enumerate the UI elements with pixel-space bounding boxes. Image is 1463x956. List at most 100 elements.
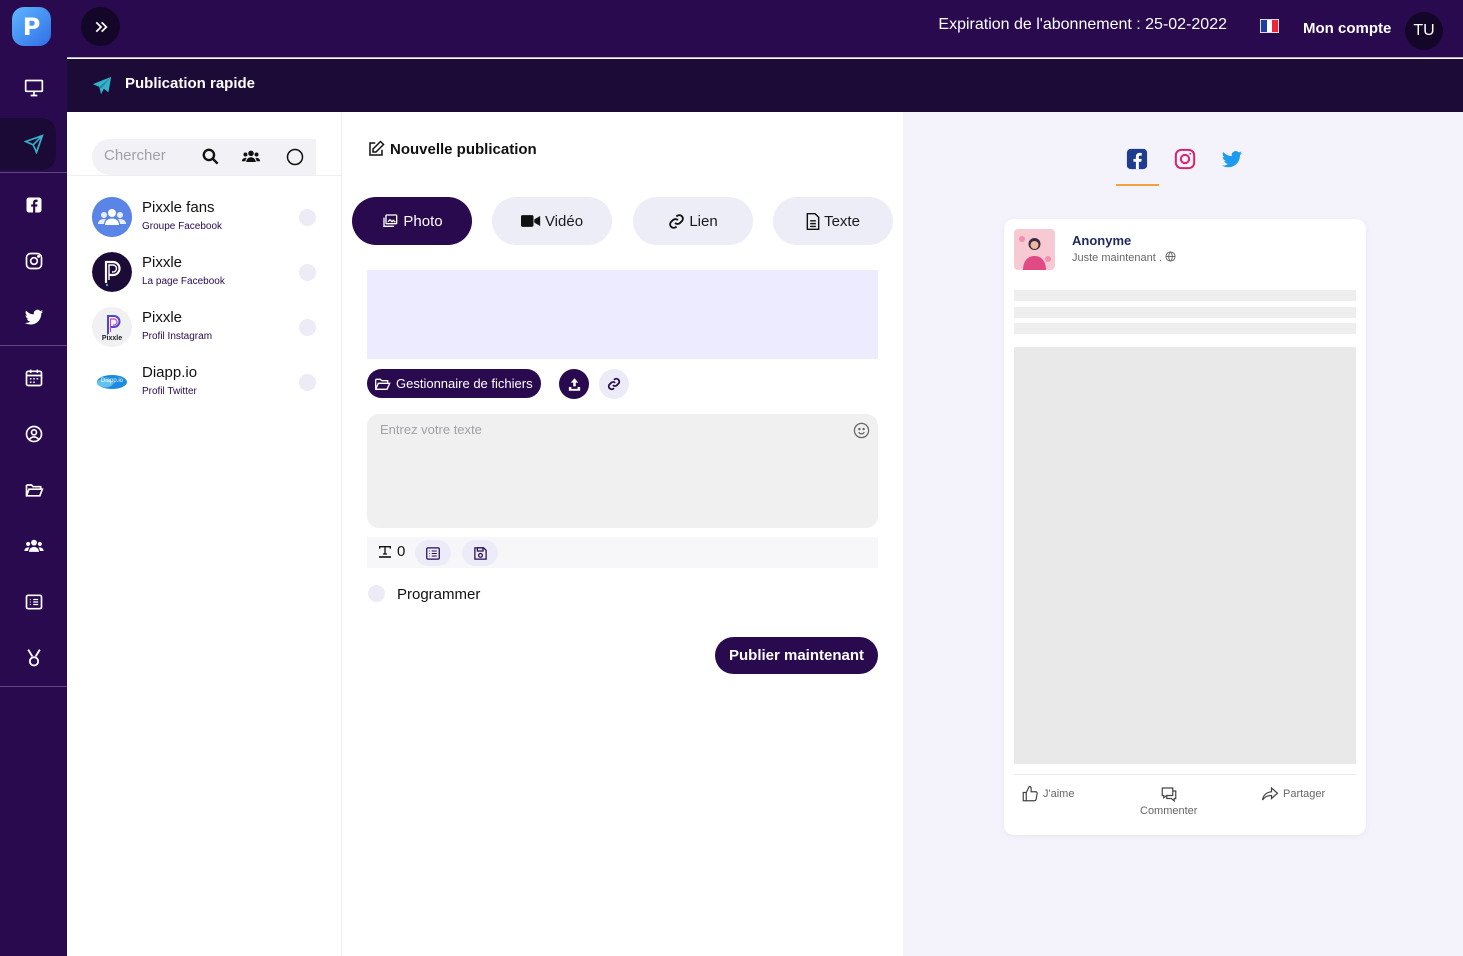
account-checkbox[interactable] xyxy=(299,209,316,226)
account-item[interactable]: Pixxle Pixxle Profil Instagram xyxy=(92,307,322,349)
share-action[interactable]: Partager xyxy=(1260,785,1325,803)
edit-icon xyxy=(369,140,385,156)
app-logo[interactable]: P xyxy=(12,7,51,46)
select-all-circle-icon[interactable] xyxy=(285,147,305,167)
account-avatar xyxy=(92,197,132,237)
account-item[interactable]: Diapp.io Diapp.io Profil Twitter xyxy=(92,362,322,404)
comment-label: Commenter xyxy=(1140,805,1198,817)
account-avatar xyxy=(92,252,132,292)
rail-item-calendar[interactable] xyxy=(0,350,67,406)
calendar-icon xyxy=(25,369,42,387)
tab-text-label: Texte xyxy=(824,212,860,230)
account-name: Pixxle fans xyxy=(142,199,215,216)
tab-link-label: Lien xyxy=(689,212,718,230)
rail-item-dashboard[interactable] xyxy=(0,60,67,116)
user-avatar[interactable]: TU xyxy=(1405,12,1443,50)
facebook-icon xyxy=(26,197,41,213)
instagram-icon xyxy=(25,252,42,270)
logo-caption: Diapp.io xyxy=(100,378,123,384)
account-name: Pixxle xyxy=(142,309,183,326)
emoji-icon[interactable] xyxy=(853,422,870,439)
add-link-button[interactable] xyxy=(599,369,629,399)
twitter-icon[interactable] xyxy=(1221,148,1243,170)
post-text-input[interactable] xyxy=(367,414,878,528)
double-chevron-right-icon xyxy=(95,21,108,32)
left-rail: P xyxy=(0,0,67,956)
expand-sidebar-button[interactable] xyxy=(81,7,120,46)
comment-icon xyxy=(1161,787,1177,802)
account-checkbox[interactable] xyxy=(299,319,316,336)
active-network-indicator xyxy=(1116,184,1159,186)
share-label: Partager xyxy=(1283,788,1326,800)
anonymous-user-avatar-icon xyxy=(1014,229,1055,270)
logo-caption: Pixxle xyxy=(101,335,123,342)
save-draft-button[interactable] xyxy=(462,540,498,566)
search-icon[interactable] xyxy=(201,147,220,166)
pixxle-logo-icon xyxy=(92,252,132,292)
text-count-icon xyxy=(379,545,391,558)
rail-item-quick-publish[interactable] xyxy=(0,116,67,172)
post-actions-divider xyxy=(1014,774,1356,775)
account-type: Groupe Facebook xyxy=(142,221,223,232)
account-type: La page Facebook xyxy=(142,276,225,287)
upload-button[interactable] xyxy=(559,369,589,399)
account-checkbox[interactable] xyxy=(299,264,316,281)
like-action[interactable]: J'aime xyxy=(1020,785,1074,803)
account-avatar: Diapp.io xyxy=(92,362,132,402)
folder-icon xyxy=(25,484,44,497)
accounts-divider xyxy=(67,175,342,176)
text-placeholder-line xyxy=(1014,307,1356,318)
file-text-icon xyxy=(806,212,820,230)
accounts-panel: Pixxle fans Groupe Facebook Pixxle La pa… xyxy=(67,112,342,956)
group-filter-icon[interactable] xyxy=(240,147,262,166)
rail-group-main xyxy=(0,60,67,173)
post-author-name: Anonyme xyxy=(1072,233,1132,248)
post-image-placeholder xyxy=(1014,347,1356,764)
rail-item-team[interactable] xyxy=(0,518,67,574)
rail-item-profile[interactable] xyxy=(0,406,67,462)
rail-item-rewards[interactable] xyxy=(0,630,67,686)
post-text-area xyxy=(367,414,878,528)
comment-action[interactable]: Commenter xyxy=(1140,785,1197,817)
instagram-icon[interactable] xyxy=(1174,148,1196,170)
send-icon xyxy=(23,134,44,154)
account-item[interactable]: Pixxle fans Groupe Facebook xyxy=(92,197,322,239)
post-author-avatar xyxy=(1014,229,1055,270)
like-label: J'aime xyxy=(1043,788,1075,800)
rail-item-list[interactable] xyxy=(0,574,67,630)
search-input[interactable] xyxy=(104,147,194,164)
rail-item-facebook[interactable] xyxy=(0,177,67,233)
character-counter: 0 xyxy=(377,543,405,560)
templates-button[interactable] xyxy=(415,540,451,566)
post-timestamp: Juste maintenant . xyxy=(1072,251,1176,264)
language-flag-icon[interactable] xyxy=(1260,19,1279,33)
video-camera-icon xyxy=(520,215,541,227)
account-item[interactable]: Pixxle La page Facebook xyxy=(92,252,322,294)
tab-video[interactable]: Vidéo xyxy=(492,197,612,245)
tab-text[interactable]: Texte xyxy=(773,197,893,245)
facebook-icon[interactable] xyxy=(1126,148,1148,170)
rail-item-files[interactable] xyxy=(0,462,67,518)
tab-photo[interactable]: Photo xyxy=(352,197,472,245)
search-bar xyxy=(92,139,316,175)
tab-link[interactable]: Lien xyxy=(633,197,753,245)
images-icon xyxy=(383,214,398,227)
folder-open-icon xyxy=(375,378,391,390)
file-manager-label: Gestionnaire de fichiers xyxy=(396,376,533,391)
compose-title: Nouvelle publication xyxy=(367,140,537,158)
rail-item-twitter[interactable] xyxy=(0,289,67,345)
page-header: Publication rapide xyxy=(67,59,1463,112)
user-circle-icon xyxy=(25,425,42,443)
account-name: Pixxle xyxy=(142,254,183,271)
media-upload-zone[interactable] xyxy=(367,270,878,359)
account-checkbox[interactable] xyxy=(299,374,316,391)
rail-item-instagram[interactable] xyxy=(0,233,67,289)
text-placeholder-line xyxy=(1014,290,1356,301)
schedule-checkbox[interactable] xyxy=(368,585,385,602)
my-account-link[interactable]: Mon compte xyxy=(1303,20,1391,37)
publish-now-button[interactable]: Publier maintenant xyxy=(715,637,878,674)
globe-icon xyxy=(1165,251,1176,262)
paper-plane-icon xyxy=(92,76,112,95)
file-manager-button[interactable]: Gestionnaire de fichiers xyxy=(367,369,541,398)
rail-group-networks xyxy=(0,177,67,346)
